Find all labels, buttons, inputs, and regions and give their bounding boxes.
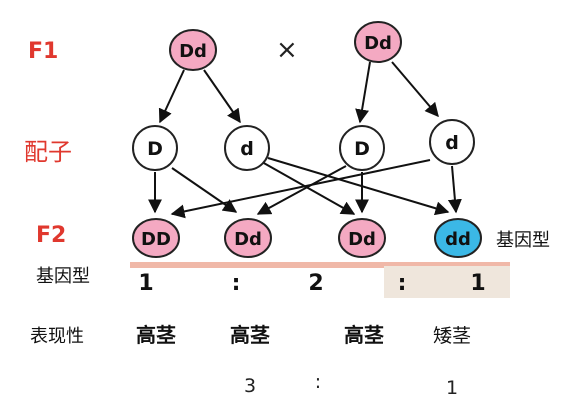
genotype-ratio-2: 2	[308, 271, 323, 296]
arrow-g4-to-o4	[447, 165, 462, 214]
offspring-3: Dd	[338, 218, 386, 258]
cross-symbol: ×	[276, 35, 298, 65]
gamete-1: D	[132, 125, 178, 171]
arrow-p1-to-g2	[203, 69, 241, 124]
row-label-genotype: 基因型	[36, 266, 90, 287]
genotype-ratio-sep-1: :	[232, 271, 241, 296]
phenotype-4: 矮茎	[433, 325, 471, 347]
offspring-side-label: 基因型	[496, 230, 550, 251]
row-label-f1: F1	[28, 39, 58, 64]
parent-1-genotype: Dd	[179, 41, 207, 62]
row-label-gametes: 配子	[24, 138, 72, 166]
arrow-p2-to-g3	[355, 61, 371, 124]
gamete-4: d	[429, 119, 475, 165]
offspring-1: DD	[132, 218, 180, 258]
genotype-ratio-1: 1	[138, 271, 153, 296]
genotype-ratio-sep-2: :	[398, 271, 407, 296]
offspring-3-genotype: Dd	[348, 229, 376, 250]
phenotype-ratio-3: 3	[244, 375, 256, 397]
parent-2-genotype: Dd	[364, 33, 392, 54]
offspring-4-genotype: dd	[445, 229, 471, 250]
cross-diagram-svg: F1 配子 F2 基因型 表现性 × Dd Dd D d D d DD Dd D…	[24, 21, 550, 399]
phenotype-1: 高茎	[136, 323, 176, 347]
punnett-cross-diagram: F1 配子 F2 基因型 表现性 × Dd Dd D d D d DD Dd D…	[0, 0, 584, 418]
phenotype-ratio-1: 1	[446, 377, 458, 399]
offspring-2: Dd	[224, 218, 272, 258]
arrow-p1-to-g1	[158, 69, 185, 124]
parent-1: Dd	[169, 29, 217, 71]
offspring-1-genotype: DD	[141, 229, 171, 250]
arrow-g3-to-o2	[256, 165, 347, 215]
parent-2: Dd	[354, 21, 402, 63]
gamete-2: d	[224, 125, 270, 171]
gamete-1-allele: D	[147, 138, 163, 160]
phenotype-ratio-sep: :	[315, 371, 321, 393]
phenotype-3: 高茎	[344, 323, 384, 347]
genotype-ratio-3: 1	[470, 271, 485, 296]
row-label-phenotype: 表现性	[30, 326, 84, 347]
phenotype-2: 高茎	[230, 323, 270, 347]
arrow-g1-to-o2	[171, 167, 238, 213]
gamete-3: D	[339, 125, 385, 171]
gamete-3-allele: D	[354, 138, 370, 160]
offspring-4: dd	[434, 218, 482, 258]
gamete-2-allele: d	[240, 138, 254, 160]
arrow-p2-to-g4	[391, 61, 439, 118]
gamete-4-allele: d	[445, 132, 459, 154]
row-label-f2: F2	[36, 223, 66, 248]
offspring-2-genotype: Dd	[234, 229, 262, 250]
